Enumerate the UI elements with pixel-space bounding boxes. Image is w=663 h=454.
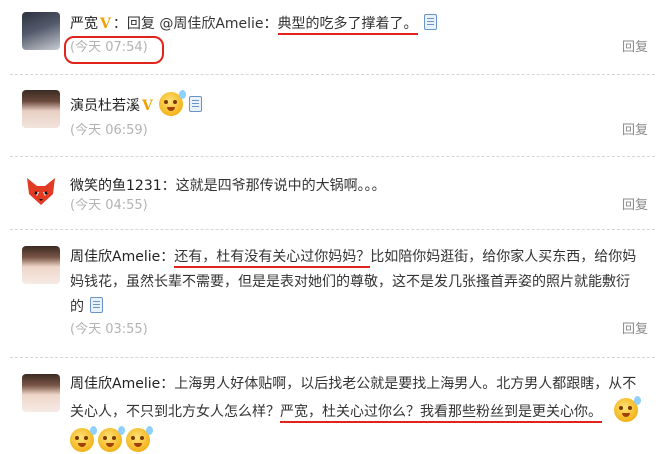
verified-v-icon: V [142,98,153,114]
comment-highlight: 还有，杜有没有关心过你妈妈？ [174,249,371,268]
comment-time: (今天 07:54) [70,40,148,55]
divider [10,357,655,358]
sweat-face-emoticon [158,90,186,116]
comment-line2-prefix: 关心人，不只到北方女人怎么样？ [70,404,280,420]
comment-line1-suffix: 比如陪你妈逛街，给你家人买东西，给你妈 [370,249,637,265]
reply-button[interactable]: 回复 [622,320,648,340]
fox-avatar-icon [27,178,55,205]
comment-prefix: ：回复 @周佳欣Amelie： [112,16,278,32]
divider [10,229,655,230]
avatar[interactable] [22,374,60,412]
comment-text: 周佳欣Amelie：还有，杜有没有关心过你妈妈？比如陪你妈逛街，给你家人买东西，… [70,245,636,270]
avatar[interactable] [22,12,60,50]
doc-icon [188,96,202,112]
divider [10,74,655,75]
commenter-name[interactable]: 周佳欣Amelie [70,376,160,392]
reply-button[interactable]: 回复 [622,38,648,58]
sweat-face-emoticon [98,426,125,452]
comment-line1: ：上海男人好体贴啊，以后找老公就是要找上海男人。北方男人都跟瞎，从不 [160,376,637,392]
comment-text: 严宽 V ：回复 @周佳欣Amelie：典型的吃多了撑着了。 [70,12,437,37]
comment-time: (今天 03:55) [70,322,148,337]
commenter-name[interactable]: 演员杜若溪 [70,98,140,114]
comment-highlight: 严宽，杜关心过你么？我看那些粉丝到是更关心你。 [280,404,602,423]
commenter-name[interactable]: 微笑的鱼1231 [70,178,162,194]
divider [10,156,655,157]
comment-prefix: ： [160,249,175,265]
comment-text-line2: 关心人，不只到北方女人怎么样？严宽，杜关心过你么？我看那些粉丝到是更关心你。 [70,400,602,425]
sweat-face-emoticon [614,396,641,422]
comment-text: 周佳欣Amelie：上海男人好体贴啊，以后找老公就是要找上海男人。北方男人都跟瞎… [70,372,636,397]
comment-text: 演员杜若溪 V [70,90,202,119]
emoticon-row [66,426,153,452]
comment-highlight: 典型的吃多了撑着了。 [277,16,418,35]
sweat-face-emoticon [70,426,97,452]
comment-line3: 的 [70,299,84,315]
verified-v-icon: V [100,16,111,32]
comment-line2: 妈钱花，虽然长辈不需要，但是是表对她们的尊敬，这不是发几张搔首弄姿的照片就能敷衍 [70,274,630,290]
avatar[interactable] [22,172,60,210]
reply-button[interactable]: 回复 [622,196,648,216]
reply-button[interactable]: 回复 [622,121,648,141]
comment-text-end: 的 [70,295,103,320]
avatar[interactable] [22,90,60,128]
comment-time: (今天 04:55) [70,198,148,213]
comment-body: ：这就是四爷那传说中的大锅啊。。。 [161,178,386,194]
comment-list: 严宽 V ：回复 @周佳欣Amelie：典型的吃多了撑着了。 (今天 07:54) … [0,0,663,454]
commenter-name[interactable]: 严宽 [70,16,98,32]
doc-icon [90,297,103,313]
doc-icon [423,14,437,30]
commenter-name[interactable]: 周佳欣Amelie [70,249,160,265]
comment-time: (今天 06:59) [70,123,148,138]
sweat-face-emoticon [126,426,153,452]
avatar[interactable] [22,246,60,284]
